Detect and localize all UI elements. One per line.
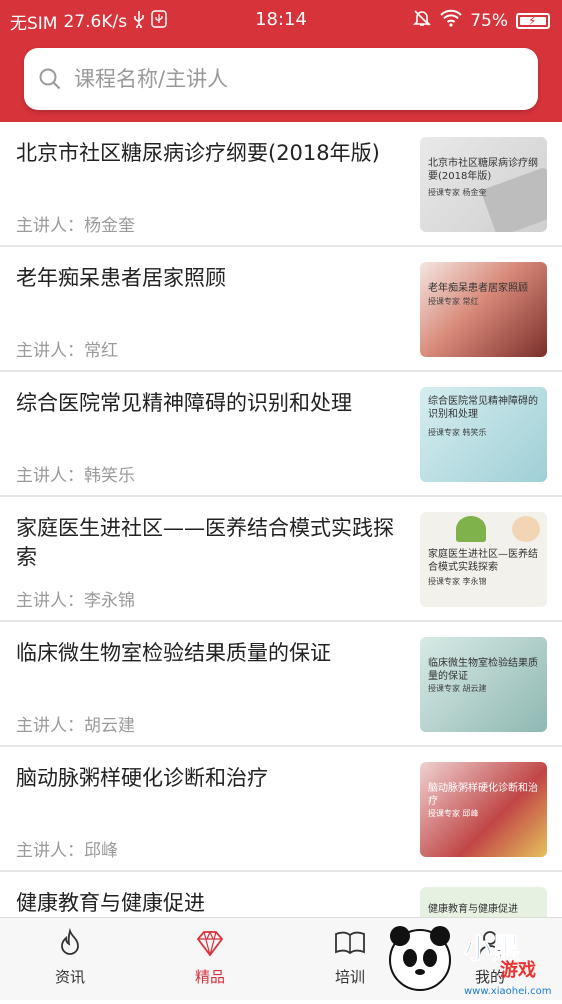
course-thumbnail: 临床微生物室检验结果质量的保证 授课专家 胡云建 xyxy=(420,637,547,732)
wifi-icon xyxy=(440,9,462,32)
course-title: 老年痴呆患者居家照顾 xyxy=(16,266,226,290)
thumbnail-subtitle: 授课专家 常红 xyxy=(428,297,479,306)
thumbnail-title: 老年痴呆患者居家照顾 xyxy=(428,283,528,294)
thumbnail-subtitle: 授课专家 邱峰 xyxy=(428,809,479,818)
thumbnail-subtitle: 授课专家 胡云建 xyxy=(428,684,487,693)
course-thumbnail: 老年痴呆患者居家照顾 授课专家 常红 xyxy=(420,262,547,357)
course-lecturer: 主讲人：杨金奎 xyxy=(16,216,135,236)
course-item[interactable]: 北京市社区糖尿病诊疗纲要(2018年版) 主讲人：杨金奎 北京市社区糖尿病诊疗纲… xyxy=(0,122,562,247)
svg-text:www.xiaohei.com: www.xiaohei.com xyxy=(464,986,552,997)
thumbnail-title: 北京市社区糖尿病诊疗纲要(2018年版) xyxy=(428,158,538,182)
notifications-muted-icon xyxy=(412,8,432,33)
watermark-logo: 小黑 游戏 www.xiaohei.com xyxy=(380,912,562,1000)
thumbnail-title: 综合医院常见精神障碍的识别和处理 xyxy=(428,396,538,420)
thumbnail-subtitle: 授课专家 韩笑乐 xyxy=(428,428,487,437)
course-lecturer: 主讲人：韩笑乐 xyxy=(16,466,135,486)
search-icon xyxy=(39,68,61,90)
course-item[interactable]: 家庭医生进社区——医养结合模式实践探索 主讲人：李永锦 家庭医生进社区—医养结合… xyxy=(0,497,562,622)
course-title: 临床微生物室检验结果质量的保证 xyxy=(16,641,331,665)
course-lecturer: 主讲人：胡云建 xyxy=(16,716,135,736)
thumbnail-subtitle: 授课专家 杨金奎 xyxy=(428,188,487,197)
battery-percent: 75% xyxy=(470,10,508,31)
course-title: 综合医院常见精神障碍的识别和处理 xyxy=(16,391,352,415)
course-title: 家庭医生进社区——医养结合模式实践探索 xyxy=(16,516,394,569)
thumbnail-subtitle: 授课专家 李永锦 xyxy=(428,577,487,586)
tab-news[interactable]: 资讯 xyxy=(20,927,120,987)
flame-icon xyxy=(61,927,79,955)
app-header: 无SIM 27.6K/s 18:14 75% ⚡ xyxy=(0,0,562,122)
search-input[interactable] xyxy=(72,66,516,92)
tab-label: 资讯 xyxy=(54,968,85,986)
course-thumbnail: 北京市社区糖尿病诊疗纲要(2018年版) 授课专家 杨金奎 xyxy=(420,137,547,232)
thumbnail-title: 脑动脉粥样硬化诊断和治疗 xyxy=(428,783,538,807)
course-title: 健康教育与健康促进 xyxy=(16,891,205,915)
course-item[interactable]: 综合医院常见精神障碍的识别和处理 主讲人：韩笑乐 综合医院常见精神障碍的识别和处… xyxy=(0,372,562,497)
course-lecturer: 主讲人：常红 xyxy=(16,341,118,361)
diamond-icon xyxy=(196,930,224,957)
course-thumbnail: 综合医院常见精神障碍的识别和处理 授课专家 韩笑乐 xyxy=(420,387,547,482)
course-lecturer: 主讲人：李永锦 xyxy=(16,591,135,611)
book-icon xyxy=(335,931,365,955)
course-item[interactable]: 脑动脉粥样硬化诊断和治疗 主讲人：邱峰 脑动脉粥样硬化诊断和治疗 授课专家 邱峰 xyxy=(0,747,562,872)
course-title: 脑动脉粥样硬化诊断和治疗 xyxy=(16,766,268,790)
battery-icon: ⚡ xyxy=(516,12,550,29)
course-thumbnail: 家庭医生进社区—医养结合模式实践探索 授课专家 李永锦 xyxy=(420,512,547,607)
thumbnail-title: 家庭医生进社区—医养结合模式实践探索 xyxy=(428,549,538,573)
course-lecturer: 主讲人：邱峰 xyxy=(16,841,118,861)
course-item[interactable]: 临床微生物室检验结果质量的保证 主讲人：胡云建 临床微生物室检验结果质量的保证 … xyxy=(0,622,562,747)
tab-label: 精品 xyxy=(194,968,225,986)
svg-text:游戏: 游戏 xyxy=(500,959,536,981)
search-bar[interactable] xyxy=(24,48,538,110)
course-list: 北京市社区糖尿病诊疗纲要(2018年版) 主讲人：杨金奎 北京市社区糖尿病诊疗纲… xyxy=(0,122,562,932)
status-bar: 无SIM 27.6K/s 18:14 75% ⚡ xyxy=(0,0,562,38)
course-item[interactable]: 老年痴呆患者居家照顾 主讲人：常红 老年痴呆患者居家照顾 授课专家 常红 xyxy=(0,247,562,372)
course-title: 北京市社区糖尿病诊疗纲要(2018年版) xyxy=(16,141,380,165)
thumbnail-title: 临床微生物室检验结果质量的保证 xyxy=(428,658,538,682)
tab-featured[interactable]: 精品 xyxy=(160,928,260,987)
course-thumbnail: 脑动脉粥样硬化诊断和治疗 授课专家 邱峰 xyxy=(420,762,547,857)
